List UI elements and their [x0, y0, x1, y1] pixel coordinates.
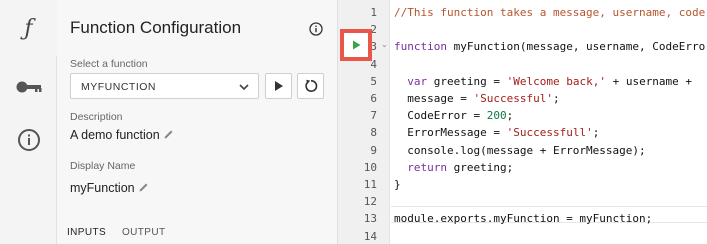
line-number: 1	[370, 6, 377, 19]
rail-item-functions[interactable]: ƒ	[0, 0, 57, 56]
code-line: var greeting = 'Welcome back,' + usernam…	[394, 74, 693, 88]
select-function-label: Select a function	[70, 58, 148, 70]
display-name-label: Display Name	[70, 160, 136, 172]
tab-inputs[interactable]: INPUTS	[67, 227, 106, 238]
play-icon	[352, 40, 360, 50]
reset-function-button[interactable]	[297, 73, 324, 99]
line-number: 7	[370, 109, 377, 123]
panel-title: Function Configuration	[70, 18, 242, 37]
display-name-value: myFunction	[70, 181, 135, 195]
edit-description-icon[interactable]	[163, 128, 175, 140]
line-number: 8	[370, 126, 377, 140]
line-number: 9	[370, 143, 377, 157]
code-line: return greeting;	[394, 160, 514, 174]
description-label: Description	[70, 111, 123, 123]
code-line: //This function takes a message, usernam…	[394, 6, 706, 19]
code-line: CodeError = 200;	[394, 109, 514, 123]
code-editor[interactable]: //This function takes a message, usernam…	[391, 0, 707, 244]
function-select-value: MYFUNCTION	[81, 81, 156, 93]
function-select[interactable]: MYFUNCTION	[70, 73, 259, 99]
line-number: 10	[363, 160, 377, 174]
line-number: 12	[363, 195, 377, 209]
refresh-icon	[304, 79, 317, 92]
play-icon	[274, 81, 283, 91]
line-number: 14	[363, 229, 377, 243]
code-line: console.log(message + ErrorMessage);	[394, 143, 646, 157]
function-icon: ƒ	[24, 15, 33, 41]
run-code-button[interactable]	[340, 29, 372, 61]
code-line: function myFunction(message, username, C…	[394, 40, 706, 54]
fold-toggle-icon[interactable]: ⌄	[381, 40, 388, 49]
run-function-button[interactable]	[265, 73, 292, 99]
info-icon[interactable]	[309, 22, 323, 36]
info-icon	[17, 129, 40, 151]
line-number: 13	[363, 212, 377, 226]
rail-item-info[interactable]	[0, 112, 57, 168]
code-line: }	[394, 178, 401, 191]
icon-rail: ƒ	[0, 0, 57, 244]
tab-output[interactable]: OUTPUT	[122, 227, 166, 238]
code-line: module.exports.myFunction = myFunction;	[394, 212, 653, 226]
code-line: ErrorMessage = 'Successfull';	[394, 126, 600, 140]
key-icon	[16, 81, 41, 93]
rail-item-keys[interactable]	[0, 59, 57, 115]
function-config-panel: Function Configuration Select a function…	[57, 0, 338, 244]
line-number: 5	[370, 74, 377, 88]
edit-display-name-icon[interactable]	[138, 181, 150, 193]
chevron-down-icon	[239, 84, 249, 91]
io-tabs: INPUTS OUTPUT	[57, 220, 338, 244]
line-number: 11	[363, 178, 377, 191]
description-value: A demo function	[70, 128, 160, 142]
line-number: 6	[370, 92, 377, 105]
code-line: message = 'Successful';	[394, 92, 560, 105]
